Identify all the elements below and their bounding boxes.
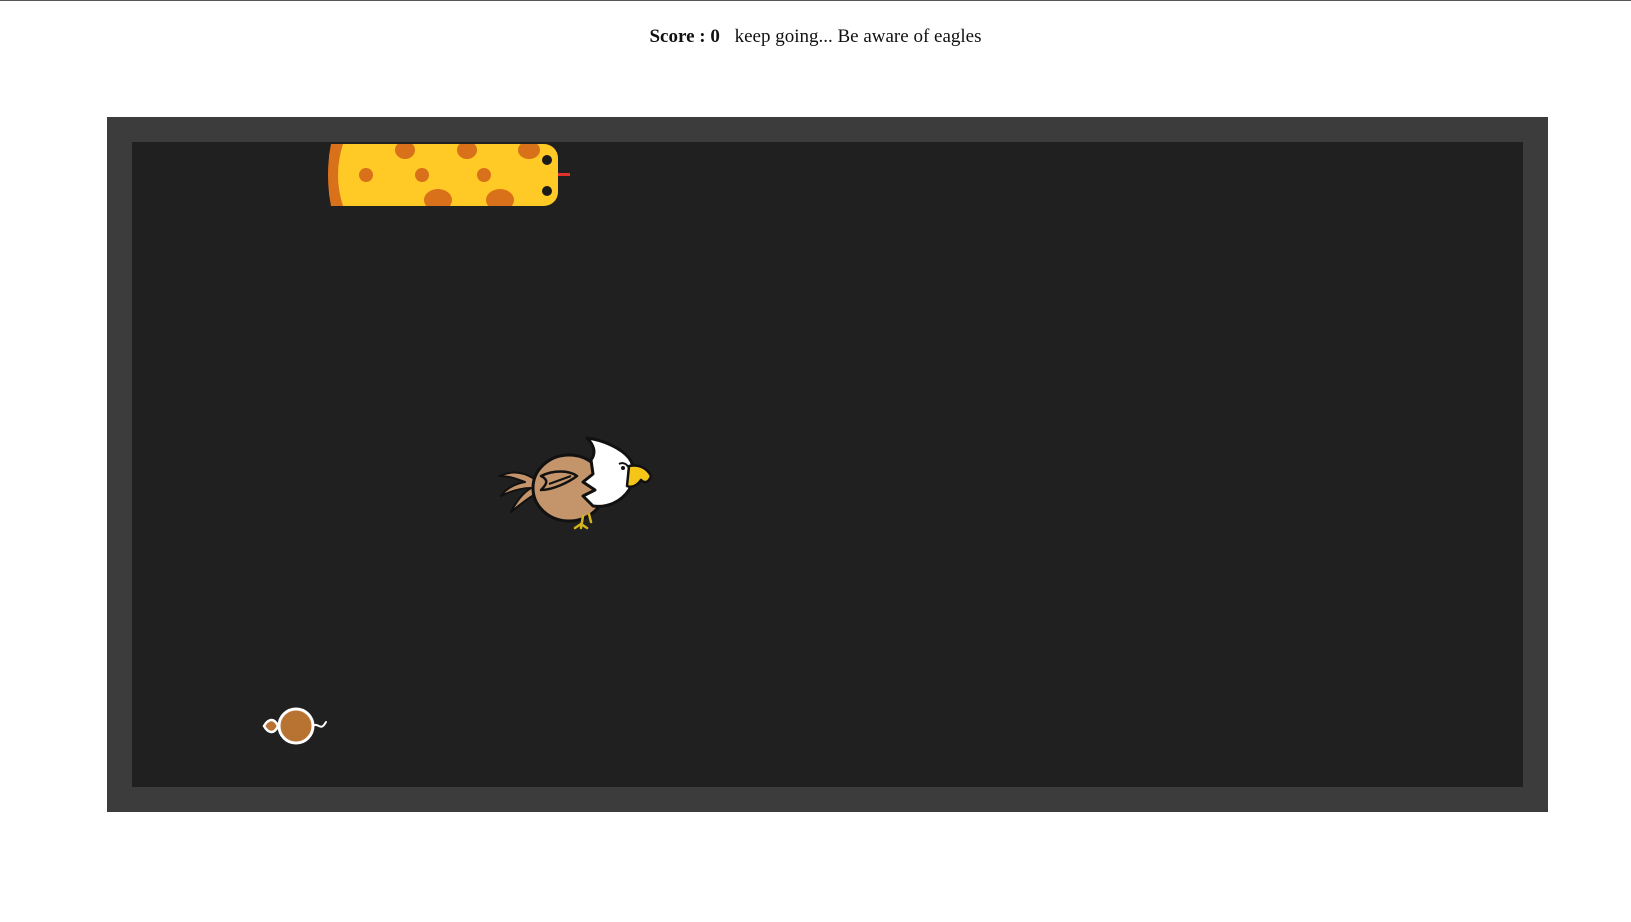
eagle-icon: [498, 436, 653, 530]
score-value: 0: [710, 26, 720, 47]
mouse-icon[interactable]: [262, 707, 328, 745]
score-label: Score :: [649, 26, 706, 47]
game-board-frame: [107, 117, 1548, 812]
status-bar: Score : 0 keep going... Be aware of eagl…: [0, 26, 1631, 48]
snake-icon: [328, 144, 570, 206]
page-top-border: [0, 0, 1631, 1]
game-board[interactable]: [132, 142, 1523, 787]
status-message: keep going... Be aware of eagles: [734, 26, 982, 47]
